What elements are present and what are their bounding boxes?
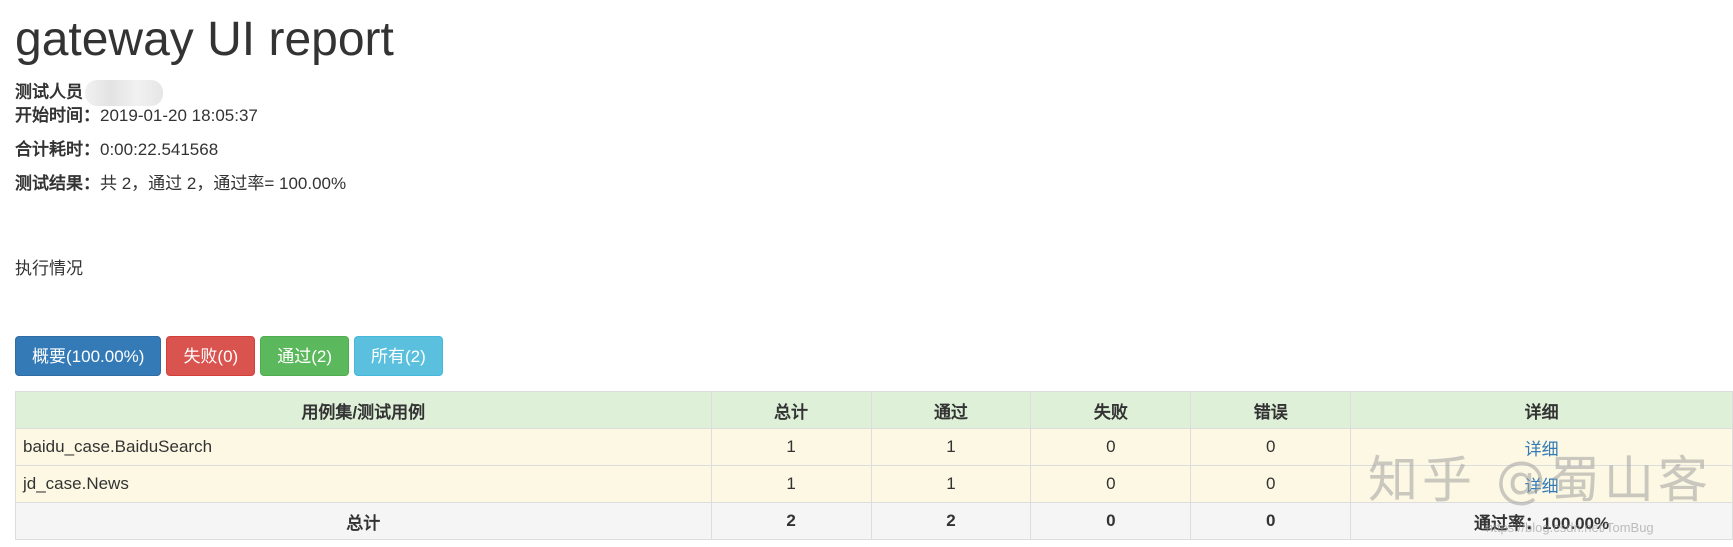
result-line: 测试结果：共 2，通过 2，通过率= 100.00%: [15, 172, 346, 196]
case-total: 1: [710, 428, 872, 466]
all-button[interactable]: 所有(2): [354, 336, 443, 376]
table-row: jd_case.News 1 1 0 0 详细: [15, 465, 1733, 503]
execution-heading: 执行情况: [15, 259, 83, 278]
total-count: 2: [710, 502, 872, 540]
result-table: 用例集/测试用例 总计 通过 失败 错误 详细 baidu_case.Baidu…: [15, 391, 1733, 540]
tester-line: 测试人员: [15, 80, 163, 106]
passed-button[interactable]: 通过(2): [260, 336, 349, 376]
failed-button[interactable]: 失败(0): [166, 336, 256, 376]
case-detail-cell: 详细: [1350, 465, 1733, 503]
case-pass: 1: [870, 428, 1032, 466]
total-pass-rate: 通过率：100.00%: [1350, 502, 1733, 540]
start-time-line: 开始时间：2019-01-20 18:05:37: [15, 104, 258, 128]
case-fail: 0: [1030, 465, 1192, 503]
tester-label: 测试人员: [15, 82, 83, 102]
case-error: 0: [1190, 428, 1352, 466]
case-total: 1: [710, 465, 872, 503]
table-row: baidu_case.BaiduSearch 1 1 0 0 详细: [15, 428, 1733, 466]
table-header-row: 用例集/测试用例 总计 通过 失败 错误 详细: [15, 391, 1733, 429]
case-error: 0: [1190, 465, 1352, 503]
start-time-label: 开始时间：: [15, 106, 100, 125]
start-time-value: 2019-01-20 18:05:37: [100, 106, 258, 125]
detail-link[interactable]: 详细: [1525, 477, 1559, 496]
total-fail: 0: [1030, 502, 1192, 540]
header-suite: 用例集/测试用例: [15, 391, 712, 429]
case-fail: 0: [1030, 428, 1192, 466]
case-name: jd_case.News: [15, 465, 712, 503]
detail-link[interactable]: 详细: [1525, 440, 1559, 459]
duration-label: 合计耗时：: [15, 140, 100, 159]
summary-button[interactable]: 概要(100.00%): [15, 336, 162, 376]
header-pass: 通过: [870, 391, 1032, 429]
total-label: 总计: [15, 502, 712, 540]
total-pass: 2: [870, 502, 1032, 540]
total-row: 总计 2 2 0 0 通过率：100.00%: [15, 502, 1733, 540]
filter-button-group: 概要(100.00%) 失败(0) 通过(2) 所有(2): [15, 336, 448, 376]
case-pass: 1: [870, 465, 1032, 503]
duration-line: 合计耗时：0:00:22.541568: [15, 138, 218, 162]
case-name: baidu_case.BaiduSearch: [15, 428, 712, 466]
header-error: 错误: [1190, 391, 1352, 429]
tester-name-blurred: [85, 80, 163, 106]
result-label: 测试结果：: [15, 174, 100, 193]
page-title: gateway UI report: [15, 13, 394, 66]
duration-value: 0:00:22.541568: [100, 140, 219, 159]
header-total: 总计: [710, 391, 872, 429]
header-fail: 失败: [1030, 391, 1192, 429]
total-error: 0: [1190, 502, 1352, 540]
case-detail-cell: 详细: [1350, 428, 1733, 466]
header-detail: 详细: [1350, 391, 1733, 429]
result-value: 共 2，通过 2，通过率= 100.00%: [100, 174, 347, 193]
